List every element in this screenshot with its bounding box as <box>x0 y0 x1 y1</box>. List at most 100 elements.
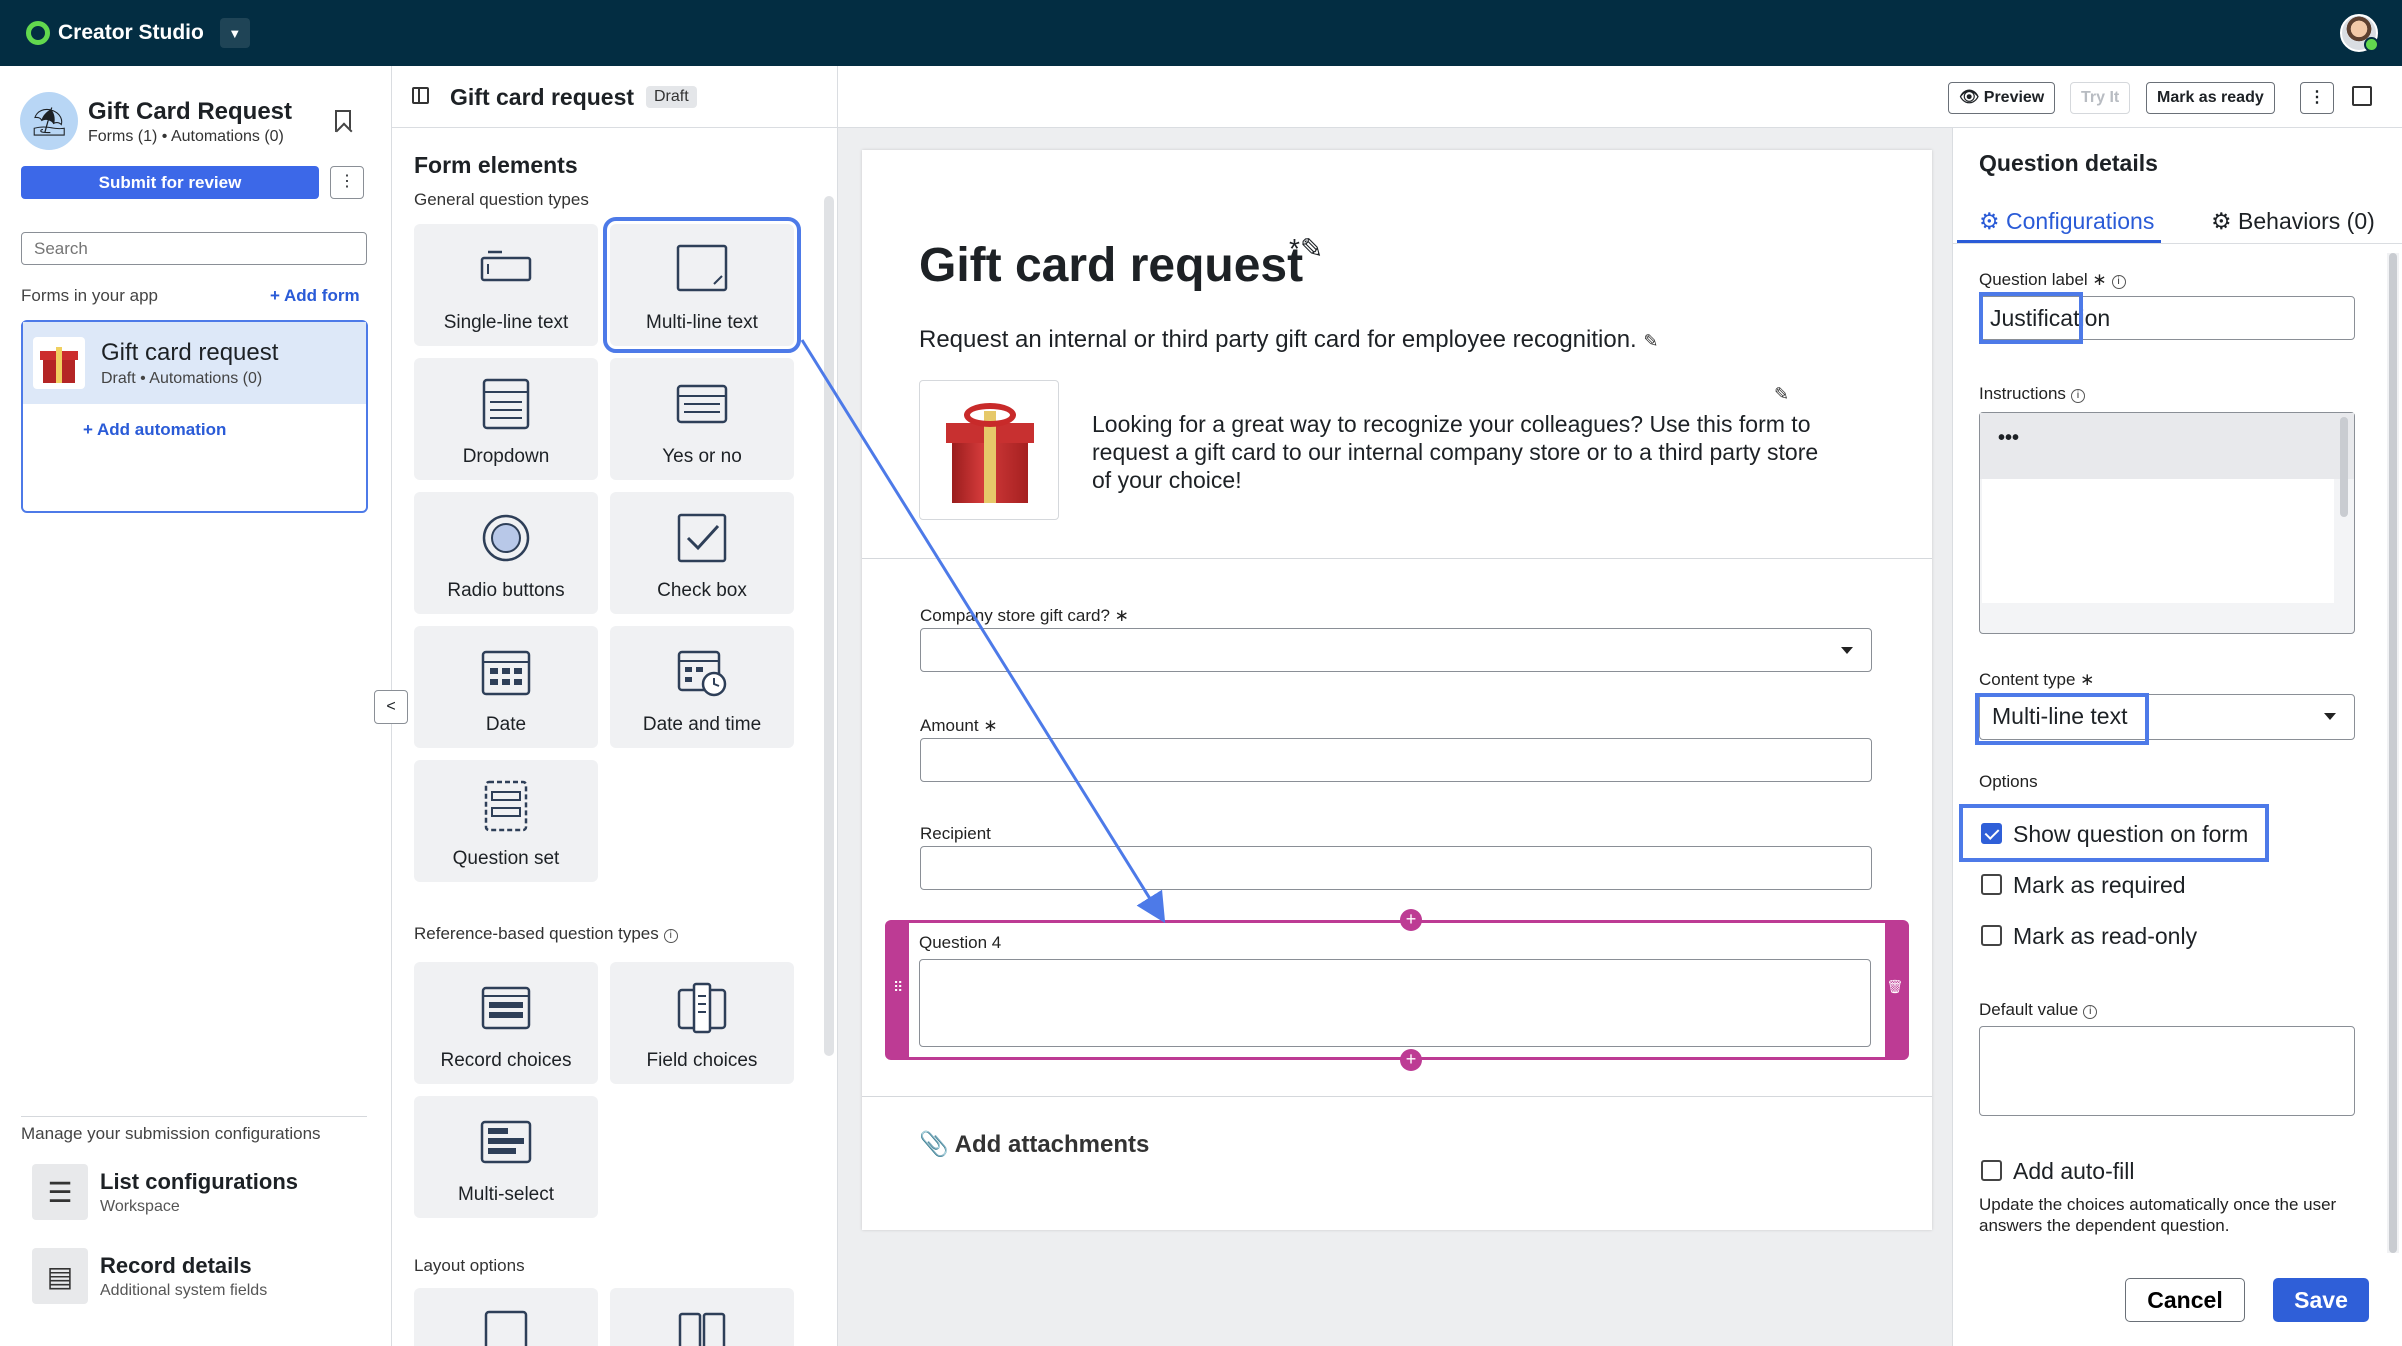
form-title: Gift card request <box>450 84 635 110</box>
pencil-icon[interactable]: ✎ <box>1774 384 1789 405</box>
divider <box>862 1096 1932 1097</box>
mark-required-checkbox[interactable] <box>1981 874 2002 895</box>
add-form-link[interactable]: + Add form <box>270 286 360 306</box>
tile-label: Date <box>485 714 527 735</box>
tile-radio-buttons[interactable]: Radio buttons <box>414 492 598 614</box>
pencil-icon[interactable]: ✎ <box>1300 233 1323 264</box>
checkbox-icon <box>677 513 727 563</box>
submit-for-review-button[interactable]: Submit for review <box>21 166 319 199</box>
configurations-icon: ⚙ <box>1979 208 2000 234</box>
tile-layout-single[interactable] <box>414 1288 598 1346</box>
tile-label: Multi-line text <box>646 312 758 333</box>
question-4-label: Question 4 <box>919 933 1002 952</box>
add-auto-fill-checkbox[interactable] <box>1981 1160 2002 1181</box>
tab-configurations[interactable]: ⚙ Configurations <box>1979 208 2154 235</box>
creator-studio-logo-icon <box>26 21 50 45</box>
search-input[interactable] <box>21 232 367 265</box>
add-question-below-icon[interactable]: + <box>1400 1049 1422 1071</box>
form-heading[interactable]: Gift card request <box>919 238 1303 293</box>
tile-yes-or-no[interactable]: Yes or no <box>610 358 794 480</box>
scrollbar-thumb[interactable] <box>2389 253 2397 1253</box>
add-automation-link[interactable]: + Add automation <box>83 420 226 440</box>
toggle-details-panel-icon[interactable] <box>2352 86 2372 106</box>
form-description[interactable]: Request an internal or third party gift … <box>919 326 1658 354</box>
multi-line-text-icon <box>676 244 728 292</box>
question-details-panel: Question details ⚙ Configurations ⚙ Beha… <box>1952 128 2402 1346</box>
question-4-block[interactable]: ⠿ 🗑 Question 4 <box>885 920 1909 1060</box>
try-it-button[interactable]: Try It <box>2070 82 2131 114</box>
form-card-gift-card-request[interactable]: Gift card request Draft • Automations (0… <box>23 322 366 404</box>
question-4-textarea[interactable] <box>919 959 1871 1047</box>
tile-single-line-text[interactable]: Single-line text <box>414 224 598 346</box>
panel-title: Form elements <box>414 152 578 178</box>
mark-read-only-checkbox[interactable] <box>1981 925 2002 946</box>
pencil-icon[interactable]: ✎ <box>1643 331 1658 351</box>
tile-multi-select[interactable]: Multi-select <box>414 1096 598 1218</box>
form-intro-text[interactable]: Looking for a great way to recognize you… <box>1092 410 1832 494</box>
app-subtitle: Forms (1) • Automations (0) <box>88 128 284 145</box>
paperclip-icon: 📎 <box>919 1131 949 1158</box>
tab-behaviors[interactable]: ⚙ Behaviors (0) <box>2211 208 2375 235</box>
instructions-editor[interactable]: ••• <box>1979 412 2355 634</box>
tile-date-and-time[interactable]: Date and time <box>610 626 794 748</box>
bookmark-icon[interactable] <box>335 110 351 132</box>
tile-label: Dropdown <box>462 446 550 467</box>
tile-label: Record choices <box>440 1050 572 1071</box>
toggle-panel-icon[interactable] <box>412 87 429 104</box>
add-question-above-icon[interactable]: + <box>1400 909 1422 931</box>
instructions-textarea[interactable] <box>1982 479 2334 603</box>
record-details-item[interactable]: ▤ Record details Additional system field… <box>32 1248 267 1304</box>
record-details-icon: ▤ <box>32 1248 88 1304</box>
tile-field-choices[interactable]: Field choices <box>610 962 794 1084</box>
tile-label: Yes or no <box>662 446 742 467</box>
scrollbar[interactable] <box>824 196 834 1056</box>
editor-toolbar-more[interactable]: ••• <box>1980 413 2354 479</box>
options-label: Options <box>1979 772 2038 791</box>
user-avatar[interactable] <box>2340 14 2379 52</box>
form-canvas: Gift card request *✎ Request an internal… <box>838 128 1952 1346</box>
tile-check-box[interactable]: Check box <box>610 492 794 614</box>
more-options-button[interactable]: ⋮ <box>330 166 364 199</box>
tile-label: Single-line text <box>443 312 569 333</box>
tile-question-set[interactable]: Question set <box>414 760 598 882</box>
mark-required-label[interactable]: Mark as required <box>2013 872 2186 899</box>
reference-section-label: Reference-based question types i <box>414 924 678 944</box>
general-section-label: General question types <box>414 190 589 209</box>
info-icon: i <box>2111 275 2126 289</box>
calendar-clock-icon <box>677 650 727 697</box>
show-question-label[interactable]: Show question on form <box>2013 821 2248 848</box>
required-mark: *✎ <box>1289 233 1324 264</box>
divider <box>1953 243 2402 244</box>
tile-date[interactable]: Date <box>414 626 598 748</box>
cancel-button[interactable]: Cancel <box>2125 1278 2245 1322</box>
default-value-textarea[interactable] <box>1979 1026 2355 1116</box>
list-configurations-item[interactable]: ☰ List configurations Workspace <box>32 1164 298 1220</box>
show-question-checkbox[interactable] <box>1981 823 2002 844</box>
brand[interactable]: Creator Studio <box>26 21 204 45</box>
field-label-company-store: Company store gift card? ∗ <box>920 606 1129 625</box>
tile-layout-two-column[interactable] <box>610 1288 794 1346</box>
add-auto-fill-label[interactable]: Add auto-fill <box>2013 1158 2134 1185</box>
drag-handle-icon[interactable]: ⠿ <box>893 979 903 996</box>
recipient-field[interactable] <box>920 846 1872 890</box>
app-title: Gift Card Request <box>88 98 293 125</box>
yes-or-no-icon <box>676 384 728 424</box>
amount-field[interactable] <box>920 738 1872 782</box>
tile-record-choices[interactable]: Record choices <box>414 962 598 1084</box>
mark-read-only-label[interactable]: Mark as read-only <box>2013 923 2197 950</box>
save-button[interactable]: Save <box>2273 1278 2369 1322</box>
chevron-down-icon[interactable]: ▼ <box>219 18 250 48</box>
tile-multi-line-text[interactable]: Multi-line text <box>603 217 801 353</box>
mark-as-ready-button[interactable]: Mark as ready <box>2146 82 2275 114</box>
company-store-dropdown[interactable] <box>920 628 1872 672</box>
delete-icon[interactable]: 🗑 <box>1886 979 1903 995</box>
add-attachments-button[interactable]: 📎 Add attachments <box>919 1130 1149 1159</box>
tile-dropdown[interactable]: Dropdown <box>414 358 598 480</box>
scrollbar[interactable] <box>2340 417 2348 517</box>
preview-button[interactable]: 👁 Preview <box>1948 82 2056 114</box>
top-bar: Creator Studio ▼ <box>0 0 2402 66</box>
more-options-button[interactable]: ⋮ <box>2300 82 2334 114</box>
form-card-subtitle: Draft • Automations (0) <box>101 369 263 387</box>
collapse-sidebar-button[interactable]: < <box>374 690 408 724</box>
info-icon: i <box>2070 389 2085 403</box>
